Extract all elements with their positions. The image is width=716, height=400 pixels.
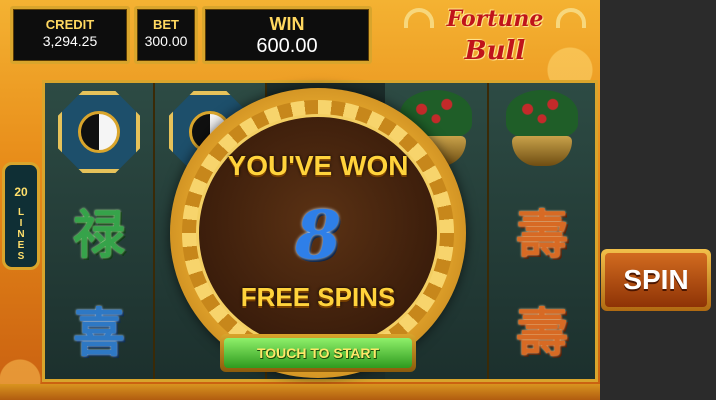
plant-pot-icon [500,90,584,174]
symbol-lu: 禄 [72,204,125,266]
game-screen: CREDIT 3,294.25 BET 300.00 WIN 600.00 Fo… [0,0,716,400]
credit-display: CREDIT 3,294.25 [10,6,130,64]
bet-display[interactable]: BET 300.00 [134,6,198,64]
reel-5: 壽 壽 [489,83,595,379]
symbol-shou: 壽 [515,302,568,364]
credit-value: 3,294.25 [42,33,98,49]
bottom-trim [0,384,600,400]
bagua-icon [58,91,140,173]
popup-title: YOU'VE WON [227,150,409,181]
free-spins-count: 8 [295,196,341,274]
paylines-count: 20 [14,185,28,199]
paylines-label: L I N E S [17,207,25,262]
reel-cell: 壽 [489,279,595,377]
paylines-indicator: 20 L I N E S [2,162,40,270]
win-label: WIN [269,14,305,34]
reel-cell: 禄 [45,181,153,279]
logo-line-2: Bull [464,36,526,66]
bet-value: 300.00 [144,33,188,49]
symbol-shou: 壽 [515,204,568,266]
win-value: 600.00 [256,35,318,57]
win-display: WIN 600.00 [202,6,372,64]
yin-yang-icon [78,111,120,153]
touch-to-start-label: TOUCH TO START [224,338,412,368]
touch-to-start-button[interactable]: TOUCH TO START [220,334,416,372]
bet-label: BET [153,17,179,32]
reel-cell: 喜 [45,279,153,377]
credit-label: CREDIT [45,17,95,32]
logo-line-1: Fortune [446,6,544,32]
reel-cell: 壽 [489,181,595,279]
reel-1: 禄 喜 [45,83,155,379]
spin-button[interactable]: SPIN [601,249,711,311]
reel-cell [489,83,595,181]
symbol-xi: 喜 [72,302,125,364]
game-logo: Fortune Bull [400,2,590,72]
popup-subtitle: FREE SPINS [240,282,396,312]
spin-label: SPIN [605,253,707,307]
reel-cell [45,83,153,181]
